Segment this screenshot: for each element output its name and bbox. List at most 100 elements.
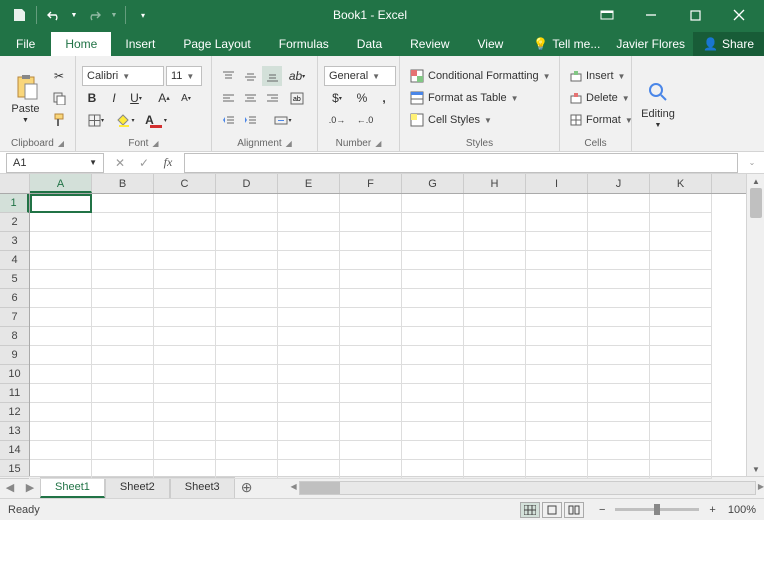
select-all-button[interactable] — [0, 174, 30, 194]
fill-color-button[interactable]: ▾ — [112, 110, 140, 130]
orientation-button[interactable]: ab▾ — [284, 66, 310, 86]
row-header-5[interactable]: 5 — [0, 270, 29, 289]
cell-B5[interactable] — [92, 270, 154, 289]
align-middle-button[interactable] — [240, 66, 260, 86]
cell-A4[interactable] — [30, 251, 92, 270]
row-header-8[interactable]: 8 — [0, 327, 29, 346]
cell-J4[interactable] — [588, 251, 650, 270]
row-header-4[interactable]: 4 — [0, 251, 29, 270]
cell-G6[interactable] — [402, 289, 464, 308]
wrap-text-button[interactable]: ab — [284, 88, 310, 108]
cell-D1[interactable] — [216, 194, 278, 213]
cell-E1[interactable] — [278, 194, 340, 213]
cell-C10[interactable] — [154, 365, 216, 384]
cell-styles-button[interactable]: Cell Styles▼ — [406, 110, 555, 130]
delete-cells-button[interactable]: Delete▼ — [566, 88, 637, 108]
user-name[interactable]: Javier Flores — [608, 32, 693, 56]
cell-I10[interactable] — [526, 365, 588, 384]
cell-C5[interactable] — [154, 270, 216, 289]
cell-G3[interactable] — [402, 232, 464, 251]
horizontal-scrollbar[interactable]: ◀ ▶ — [299, 481, 756, 495]
cell-E6[interactable] — [278, 289, 340, 308]
zoom-slider[interactable] — [615, 508, 699, 511]
cell-E14[interactable] — [278, 441, 340, 460]
redo-icon[interactable] — [83, 4, 105, 26]
sheet-tab-sheet3[interactable]: Sheet3 — [170, 477, 235, 498]
cell-B10[interactable] — [92, 365, 154, 384]
zoom-thumb[interactable] — [654, 504, 660, 515]
number-launcher[interactable]: ◢ — [375, 139, 381, 148]
column-header-I[interactable]: I — [526, 174, 588, 193]
maximize-icon[interactable] — [674, 0, 716, 30]
cell-J7[interactable] — [588, 308, 650, 327]
save-icon[interactable] — [8, 4, 30, 26]
cell-D15[interactable] — [216, 460, 278, 479]
cell-H15[interactable] — [464, 460, 526, 479]
column-header-B[interactable]: B — [92, 174, 154, 193]
cell-B6[interactable] — [92, 289, 154, 308]
cell-A13[interactable] — [30, 422, 92, 441]
redo-dropdown-icon[interactable]: ▼ — [109, 4, 119, 26]
cell-F2[interactable] — [340, 213, 402, 232]
scroll-up-icon[interactable]: ▲ — [747, 174, 764, 188]
column-header-C[interactable]: C — [154, 174, 216, 193]
column-header-F[interactable]: F — [340, 174, 402, 193]
cell-I8[interactable] — [526, 327, 588, 346]
cell-J9[interactable] — [588, 346, 650, 365]
cell-D13[interactable] — [216, 422, 278, 441]
font-size-combo[interactable]: 11▼ — [166, 66, 202, 86]
cell-K9[interactable] — [650, 346, 712, 365]
cell-F6[interactable] — [340, 289, 402, 308]
cell-F12[interactable] — [340, 403, 402, 422]
cell-H2[interactable] — [464, 213, 526, 232]
cell-H5[interactable] — [464, 270, 526, 289]
name-box[interactable]: A1▼ — [6, 153, 104, 173]
cell-H6[interactable] — [464, 289, 526, 308]
borders-button[interactable]: ▾ — [82, 110, 110, 130]
column-header-A[interactable]: A — [30, 174, 92, 193]
cell-B8[interactable] — [92, 327, 154, 346]
cell-K15[interactable] — [650, 460, 712, 479]
column-header-H[interactable]: H — [464, 174, 526, 193]
cell-J10[interactable] — [588, 365, 650, 384]
font-color-button[interactable]: A▾ — [142, 110, 170, 130]
cell-J6[interactable] — [588, 289, 650, 308]
decrease-font-button[interactable]: A▾ — [176, 88, 196, 108]
bold-button[interactable]: B — [82, 88, 102, 108]
cell-J11[interactable] — [588, 384, 650, 403]
undo-icon[interactable] — [43, 4, 65, 26]
cell-A8[interactable] — [30, 327, 92, 346]
cell-J12[interactable] — [588, 403, 650, 422]
cell-D8[interactable] — [216, 327, 278, 346]
cell-G2[interactable] — [402, 213, 464, 232]
tab-file[interactable]: File — [0, 32, 51, 56]
enter-formula-button[interactable]: ✓ — [132, 153, 156, 173]
row-header-10[interactable]: 10 — [0, 365, 29, 384]
tab-insert[interactable]: Insert — [111, 32, 169, 56]
row-header-7[interactable]: 7 — [0, 308, 29, 327]
cell-B2[interactable] — [92, 213, 154, 232]
cell-C3[interactable] — [154, 232, 216, 251]
zoom-out-button[interactable]: − — [595, 504, 609, 516]
column-header-E[interactable]: E — [278, 174, 340, 193]
cell-C14[interactable] — [154, 441, 216, 460]
ribbon-options-icon[interactable] — [586, 0, 628, 30]
cell-A5[interactable] — [30, 270, 92, 289]
cell-K4[interactable] — [650, 251, 712, 270]
cell-B14[interactable] — [92, 441, 154, 460]
increase-indent-button[interactable] — [240, 110, 260, 130]
cell-E10[interactable] — [278, 365, 340, 384]
cell-C1[interactable] — [154, 194, 216, 213]
cell-E15[interactable] — [278, 460, 340, 479]
merge-center-button[interactable]: ▾ — [262, 110, 304, 130]
cell-F8[interactable] — [340, 327, 402, 346]
cell-F3[interactable] — [340, 232, 402, 251]
cell-I12[interactable] — [526, 403, 588, 422]
cell-H12[interactable] — [464, 403, 526, 422]
cell-K13[interactable] — [650, 422, 712, 441]
cell-A1[interactable] — [30, 194, 92, 213]
expand-formula-bar[interactable]: ⌄ — [740, 153, 764, 173]
cell-J1[interactable] — [588, 194, 650, 213]
row-header-3[interactable]: 3 — [0, 232, 29, 251]
cell-G8[interactable] — [402, 327, 464, 346]
